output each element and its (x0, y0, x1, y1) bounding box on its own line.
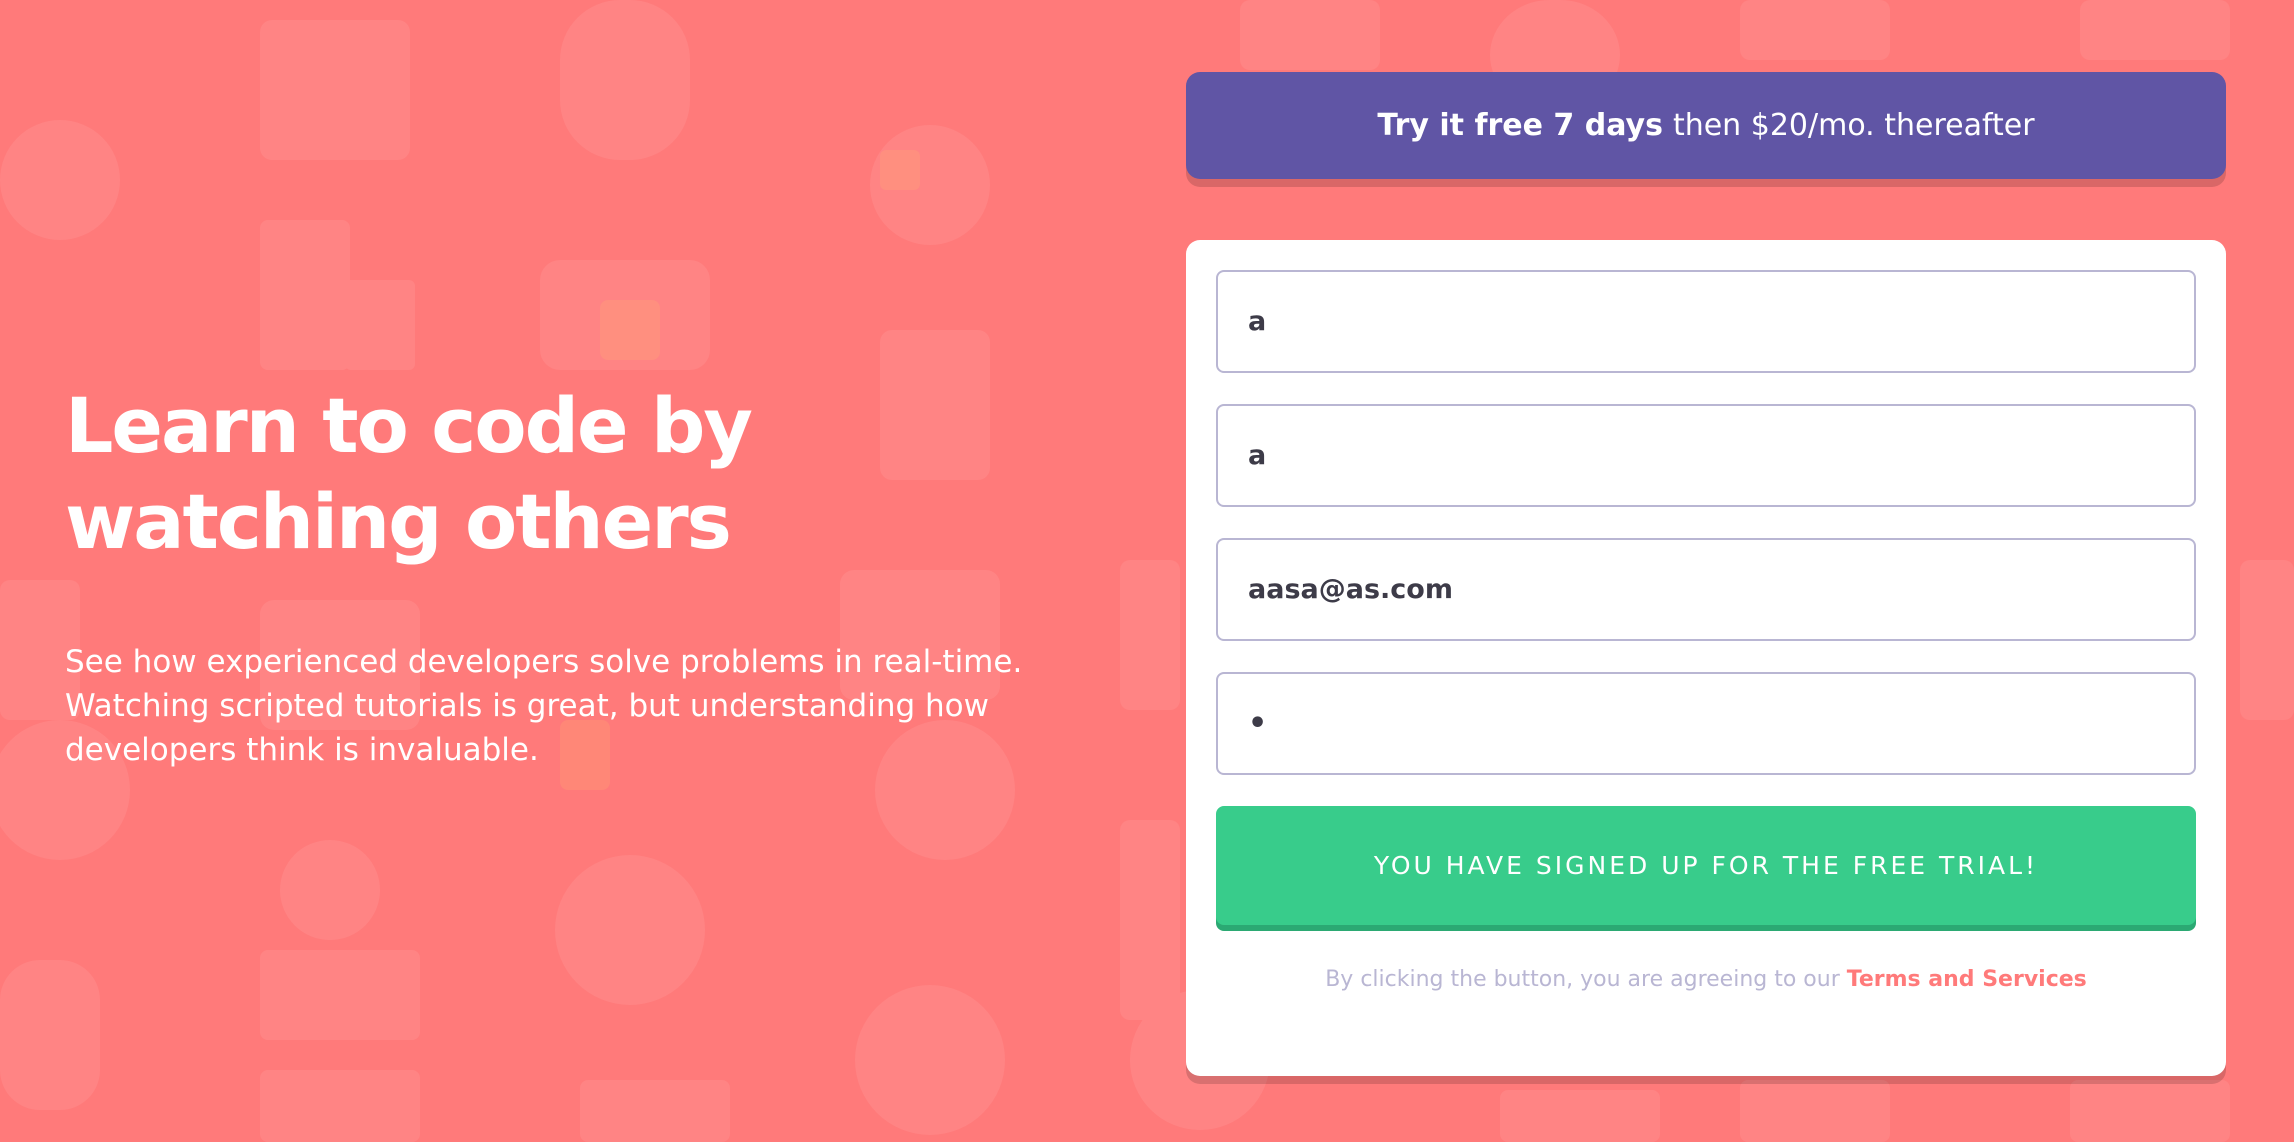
signup-form: a a aasa@as.com • YOU HAVE SIGNED UP FOR… (1186, 240, 2226, 1076)
password-value[interactable]: • (1248, 706, 1271, 741)
promo-banner: Try it free 7 days then $20/mo. thereaft… (1186, 72, 2226, 179)
password-field[interactable]: • (1216, 672, 2196, 775)
last-name-field[interactable]: a (1216, 404, 2196, 507)
terms-text: By clicking the button, you are agreeing… (1216, 967, 2196, 992)
hero-title: Learn to code by watching others (65, 378, 825, 570)
signup-column: Try it free 7 days then $20/mo. thereaft… (1186, 72, 2226, 1076)
promo-rest-text: then $20/mo. thereafter (1672, 108, 2035, 143)
terms-link[interactable]: Terms and Services (1847, 967, 2087, 992)
email-value[interactable]: aasa@as.com (1248, 574, 1453, 605)
last-name-value[interactable]: a (1248, 440, 1266, 471)
hero-title-line1: Learn to code by (65, 381, 753, 470)
promo-bold-text: Try it free 7 days (1377, 108, 1663, 143)
hero-description: See how experienced developers solve pro… (65, 644, 1023, 768)
email-field[interactable]: aasa@as.com (1216, 538, 2196, 641)
hero-title-line2: watching others (65, 477, 732, 566)
submit-button[interactable]: YOU HAVE SIGNED UP FOR THE FREE TRIAL! (1216, 806, 2196, 925)
terms-prefix: By clicking the button, you are agreeing… (1325, 967, 1840, 992)
first-name-value[interactable]: a (1248, 306, 1266, 337)
hero-section: Learn to code by watching others See how… (65, 378, 1065, 772)
first-name-field[interactable]: a (1216, 270, 2196, 373)
